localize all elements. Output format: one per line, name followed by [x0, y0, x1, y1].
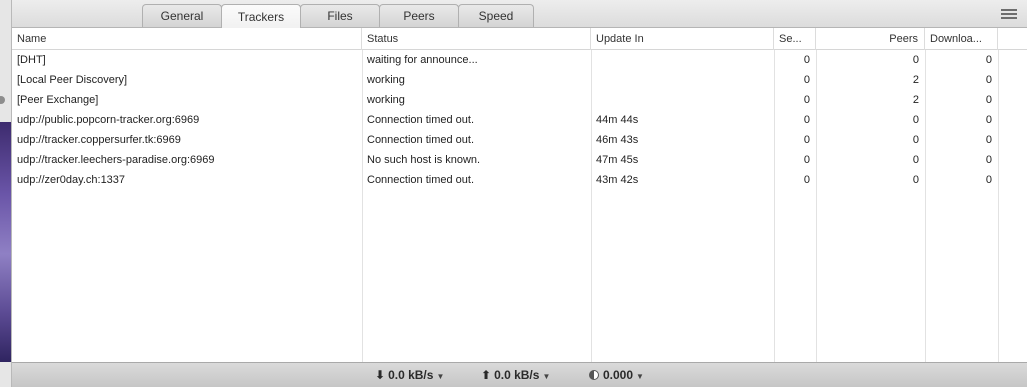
cell-status: Connection timed out. — [367, 134, 475, 146]
download-rate-value: 0.0 kB/s — [388, 368, 434, 382]
cell-peers: 0 — [912, 154, 919, 166]
tab-bar: General Trackers Files Peers Speed — [12, 0, 1027, 28]
chevron-down-icon: ▼ — [436, 372, 445, 381]
tab-trackers[interactable]: Trackers — [221, 4, 301, 28]
cell-peers: 0 — [912, 174, 919, 186]
table-row[interactable]: udp://zer0day.ch:1337 Connection timed ou… — [12, 170, 1027, 190]
cell-name: udp://public.popcorn-tracker.org:6969 — [17, 114, 200, 126]
cell-name: [Local Peer Discovery] — [17, 74, 128, 86]
cell-status: working — [367, 74, 405, 86]
upload-rate-value: 0.0 kB/s — [494, 368, 540, 382]
cell-update-in: 44m 44s — [596, 114, 639, 126]
download-rate-button[interactable]: ⬇ 0.0 kB/s ▼ — [375, 363, 444, 387]
column-header-status[interactable]: Status — [362, 28, 591, 50]
chevron-down-icon: ▼ — [636, 372, 644, 381]
table-row[interactable]: udp://tracker.leechers-paradise.org:6969… — [12, 150, 1027, 170]
status-bar: ⬇ 0.0 kB/s ▼ ⬆ 0.0 kB/s ▼ 0.000 ▼ — [12, 362, 1027, 387]
ratio-value: 0.000 — [603, 368, 634, 382]
column-header-extra — [998, 28, 1027, 50]
cell-name: [Peer Exchange] — [17, 94, 99, 106]
cell-update-in: 47m 45s — [596, 154, 639, 166]
cell-status: working — [367, 94, 405, 106]
cell-seeds: 0 — [803, 134, 810, 146]
ratio-button[interactable]: 0.000 ▼ — [589, 363, 644, 387]
cell-downloads: 0 — [985, 94, 992, 106]
cell-downloads: 0 — [985, 54, 992, 66]
cell-seeds: 0 — [803, 74, 810, 86]
trackers-table: Name Status Update In Se... Peers Downlo… — [12, 28, 1027, 362]
cell-peers: 0 — [912, 114, 919, 126]
cell-name: udp://tracker.leechers-paradise.org:6969 — [17, 154, 215, 166]
cell-seeds: 0 — [803, 154, 810, 166]
cell-downloads: 0 — [985, 74, 992, 86]
upload-rate-button[interactable]: ⬆ 0.0 kB/s ▼ — [481, 363, 550, 387]
cell-downloads: 0 — [985, 154, 992, 166]
cell-name: udp://tracker.coppersurfer.tk:6969 — [17, 134, 181, 146]
tab-peers[interactable]: Peers — [379, 4, 459, 27]
cell-update-in — [591, 90, 774, 110]
table-body: [DHT] waiting for announce... 0 0 0 [Local Pe… — [12, 50, 1027, 362]
cell-update-in: 43m 42s — [596, 174, 639, 186]
cell-peers: 2 — [912, 94, 919, 106]
arrow-up-icon: ⬆ — [481, 368, 492, 382]
cell-seeds: 0 — [803, 114, 810, 126]
cell-downloads: 0 — [985, 134, 992, 146]
cell-status: No such host is known. — [367, 154, 481, 166]
tab-files[interactable]: Files — [300, 4, 380, 27]
table-row[interactable]: [Local Peer Discovery] working 0 2 0 — [12, 70, 1027, 90]
cell-update-in: 46m 43s — [596, 134, 639, 146]
cell-peers: 0 — [912, 54, 919, 66]
arrow-down-icon: ⬇ — [375, 368, 386, 382]
column-header-peers[interactable]: Peers — [816, 28, 925, 50]
cell-name: [DHT] — [17, 54, 46, 66]
cell-peers: 0 — [912, 134, 919, 146]
cell-downloads: 0 — [985, 174, 992, 186]
cell-update-in — [591, 70, 774, 90]
tab-strip: General Trackers Files Peers Speed — [142, 4, 534, 28]
tracker-panel: General Trackers Files Peers Speed Name … — [12, 0, 1027, 387]
background-window-edge — [0, 0, 12, 387]
tab-speed[interactable]: Speed — [458, 4, 534, 27]
cell-peers: 2 — [912, 74, 919, 86]
hamburger-menu-icon[interactable] — [1001, 9, 1017, 19]
cell-status: Connection timed out. — [367, 174, 475, 186]
column-header-name[interactable]: Name — [12, 28, 362, 50]
chevron-down-icon: ▼ — [542, 372, 551, 381]
cell-downloads: 0 — [985, 114, 992, 126]
background-window-dot — [0, 96, 5, 104]
cell-seeds: 0 — [803, 54, 810, 66]
table-row[interactable]: [DHT] waiting for announce... 0 0 0 — [12, 50, 1027, 70]
table-row[interactable]: [Peer Exchange] working 0 2 0 — [12, 90, 1027, 110]
column-header-downloads[interactable]: Downloa... — [925, 28, 998, 50]
table-row[interactable]: udp://tracker.coppersurfer.tk:6969 Connec… — [12, 130, 1027, 150]
table-row[interactable]: udp://public.popcorn-tracker.org:6969 Con… — [12, 110, 1027, 130]
table-header: Name Status Update In Se... Peers Downlo… — [12, 28, 1027, 50]
ratio-pie-icon — [589, 370, 599, 380]
tab-general[interactable]: General — [142, 4, 222, 27]
column-header-update-in[interactable]: Update In — [591, 28, 774, 50]
column-header-seeds[interactable]: Se... — [774, 28, 816, 50]
cell-name: udp://zer0day.ch:1337 — [17, 174, 126, 186]
cell-status: waiting for announce... — [367, 54, 478, 66]
cell-update-in — [591, 50, 774, 70]
background-artwork — [0, 122, 11, 362]
cell-status: Connection timed out. — [367, 114, 475, 126]
cell-seeds: 0 — [803, 174, 810, 186]
cell-seeds: 0 — [803, 94, 810, 106]
